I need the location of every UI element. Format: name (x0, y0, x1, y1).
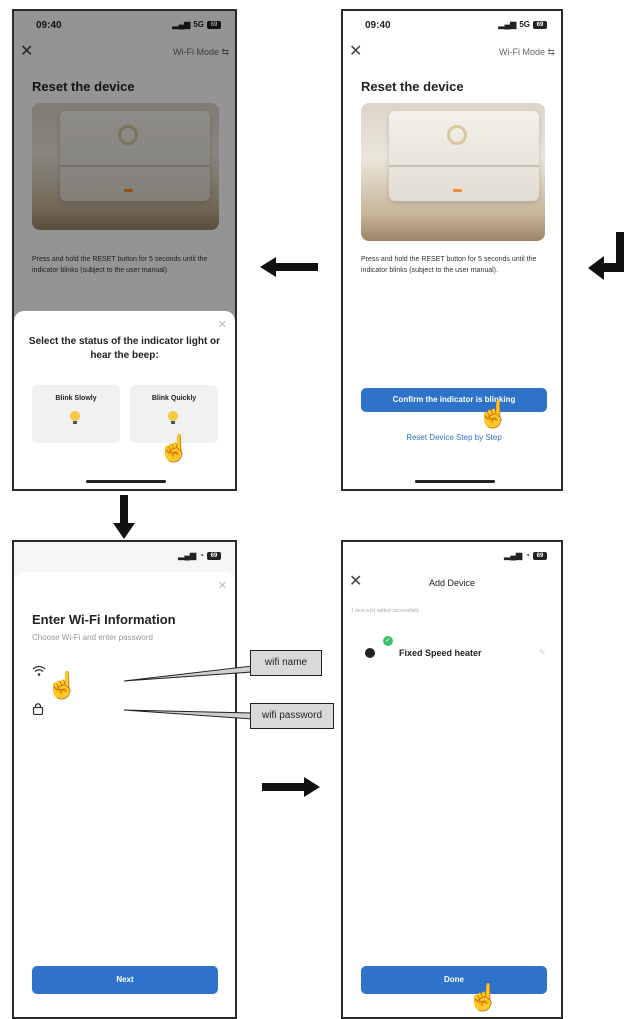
wifi-password-callout: wifi password (250, 703, 334, 729)
wifi-name-callout: wifi name (250, 650, 322, 676)
callout-pointer-lines (123, 665, 253, 720)
